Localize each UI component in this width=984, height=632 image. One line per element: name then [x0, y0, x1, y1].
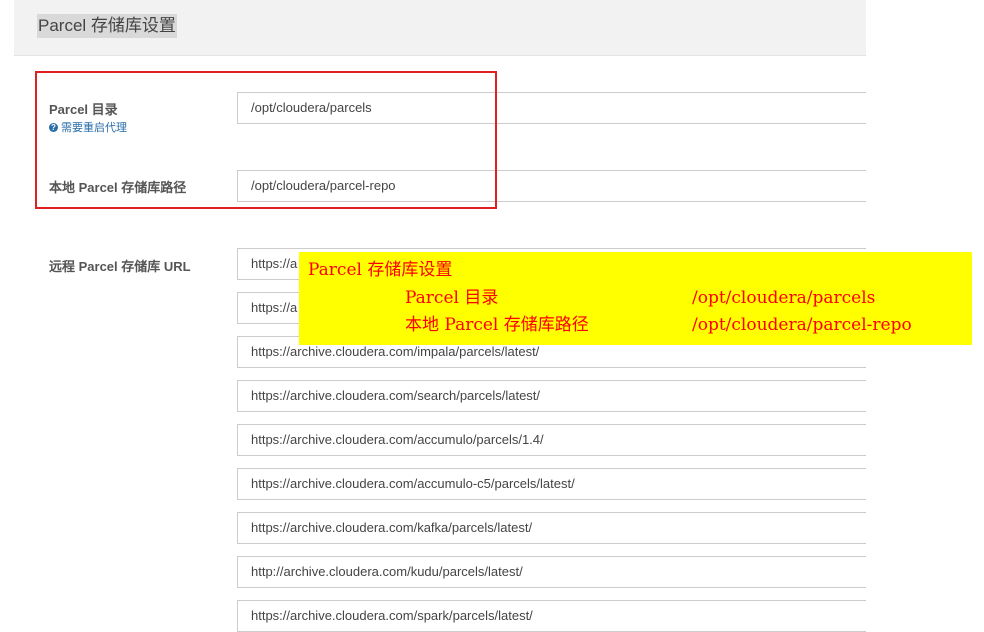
- annotation-note: Parcel 存储库设置 Parcel 目录 /opt/cloudera/par…: [299, 252, 972, 345]
- remote-url-input[interactable]: https://archive.cloudera.com/spark/parce…: [237, 600, 877, 632]
- remote-url-input[interactable]: https://archive.cloudera.com/accumulo/pa…: [237, 424, 877, 456]
- annotation-row2-label: 本地 Parcel 存储库路径: [405, 315, 589, 335]
- remote-url-input[interactable]: https://archive.cloudera.com/accumulo-c5…: [237, 468, 877, 500]
- remote-repo-label: 远程 Parcel 存储库 URL: [49, 259, 191, 274]
- section-title: Parcel 存储库设置: [37, 14, 177, 38]
- annotation-row1-label: Parcel 目录: [405, 288, 499, 308]
- highlight-box: [35, 71, 497, 209]
- annotation-title: Parcel 存储库设置: [308, 260, 453, 280]
- remote-url-input[interactable]: http://archive.cloudera.com/kudu/parcels…: [237, 556, 877, 588]
- annotation-row2-value: /opt/cloudera/parcel-repo: [692, 315, 912, 335]
- remote-url-input[interactable]: https://archive.cloudera.com/kafka/parce…: [237, 512, 877, 544]
- annotation-row1-value: /opt/cloudera/parcels: [692, 288, 876, 308]
- remote-url-input[interactable]: https://archive.cloudera.com/search/parc…: [237, 380, 877, 412]
